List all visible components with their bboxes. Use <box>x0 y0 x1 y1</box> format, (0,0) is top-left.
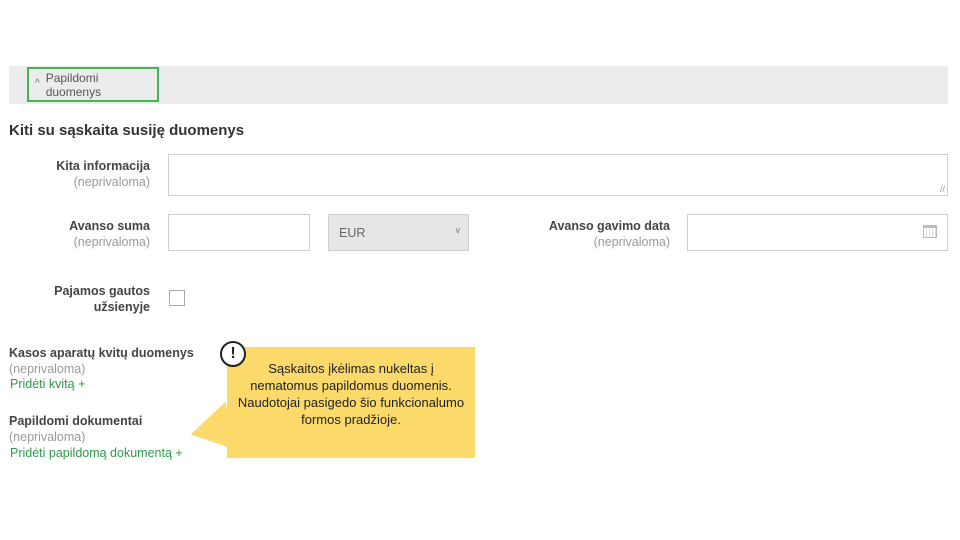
warning-icon: ! <box>220 341 246 367</box>
income-abroad-checkbox[interactable] <box>169 290 185 306</box>
income-abroad-label-line1: Pajamos gautos <box>54 284 150 298</box>
calendar-icon[interactable] <box>923 225 937 238</box>
chevron-up-icon: ^ <box>35 78 40 89</box>
advance-sum-label-text: Avanso suma <box>69 219 150 233</box>
currency-select[interactable]: EUR v <box>328 214 469 251</box>
other-info-label: Kita informacija (neprivaloma) <box>56 158 150 190</box>
advance-sum-input[interactable] <box>168 214 310 251</box>
receipts-label: Kasos aparatų kvitų duomenys (neprivalom… <box>9 345 194 377</box>
toggle-label: Papildomi duomenys <box>45 70 102 99</box>
chevron-down-icon: v <box>455 225 461 235</box>
receipts-label-text: Kasos aparatų kvitų duomenys <box>9 346 194 360</box>
additional-data-toggle[interactable]: ^ Papildomi duomenys <box>27 67 159 102</box>
other-info-textarea[interactable]: // <box>168 154 948 196</box>
callout-text: Sąskaitos įkėlimas nukeltas į nematomus … <box>237 361 465 427</box>
receipts-hint: (neprivaloma) <box>9 362 86 376</box>
documents-hint: (neprivaloma) <box>9 430 86 444</box>
advance-date-hint: (neprivaloma) <box>593 235 670 249</box>
advance-sum-hint: (neprivaloma) <box>73 235 150 249</box>
income-abroad-label-line2: užsienyje <box>93 300 150 314</box>
advance-sum-label: Avanso suma (neprivaloma) <box>69 218 150 250</box>
resize-handle-icon[interactable]: // <box>940 184 945 194</box>
add-receipt-link[interactable]: Pridėti kvitą + <box>10 377 85 391</box>
warning-symbol: ! <box>230 345 236 362</box>
add-document-link[interactable]: Pridėti papildomą dokumentą + <box>10 446 183 460</box>
advance-date-label: Avanso gavimo data (neprivaloma) <box>549 218 670 250</box>
currency-selected: EUR <box>339 225 366 240</box>
documents-label-text: Papildomi dokumentai <box>9 414 143 428</box>
other-info-label-text: Kita informacija <box>56 159 150 173</box>
income-abroad-label: Pajamos gautos užsienyje <box>54 283 150 315</box>
advance-date-input[interactable] <box>687 214 948 251</box>
other-info-hint: (neprivaloma) <box>73 175 150 189</box>
advance-date-label-text: Avanso gavimo data <box>548 219 670 233</box>
section-title: Kiti su sąskaita susiję duomenys <box>9 122 245 139</box>
documents-label: Papildomi dokumentai (neprivaloma) <box>9 413 142 445</box>
